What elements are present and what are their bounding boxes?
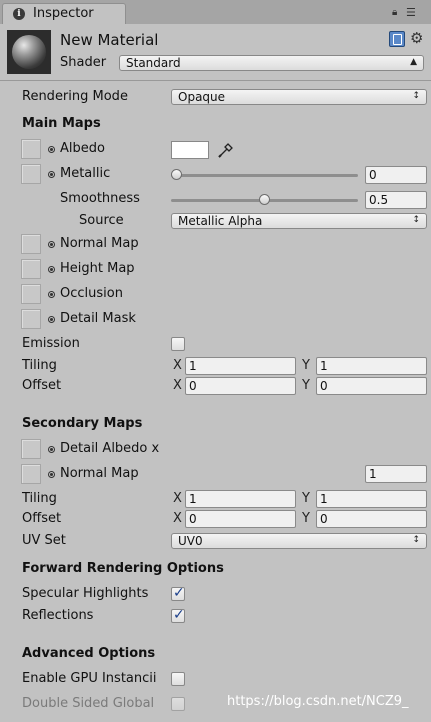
source-value: Metallic Alpha	[178, 214, 263, 228]
dropdown-arrow-icon: ▲︎	[410, 57, 417, 67]
dropdown-arrow-icon: ↕	[412, 215, 420, 225]
detail-albedo-texture-slot[interactable]	[21, 439, 41, 459]
offset-x-label: X	[173, 378, 182, 393]
height-map-texture-slot[interactable]	[21, 259, 41, 279]
tiling-x-field[interactable]: 1	[185, 357, 296, 375]
secondary-tiling-y-label: Y	[302, 491, 310, 506]
smoothness-label: Smoothness	[60, 191, 140, 206]
rendering-mode-label: Rendering Mode	[22, 89, 128, 104]
help-book-icon[interactable]	[389, 31, 405, 47]
tab-label: Inspector	[33, 6, 94, 21]
gpu-instancing-checkbox[interactable]	[171, 672, 185, 686]
smoothness-slider-handle[interactable]	[259, 194, 270, 205]
offset-label: Offset	[22, 378, 62, 393]
tiling-y-label: Y	[302, 358, 310, 373]
specular-highlights-checkbox[interactable]	[171, 585, 185, 601]
height-map-label: Height Map	[60, 261, 135, 276]
material-preview	[7, 30, 51, 74]
reflections-label: Reflections	[22, 608, 94, 623]
detail-mask-texture-slot[interactable]	[21, 309, 41, 329]
secondary-normal-map-value-field[interactable]: 1	[365, 465, 427, 483]
tiling-label: Tiling	[22, 358, 57, 373]
shader-value: Standard	[126, 56, 181, 70]
occlusion-texture-slot[interactable]	[21, 284, 41, 304]
secondary-tiling-x-field[interactable]: 1	[185, 490, 296, 508]
object-picker-icon[interactable]	[48, 171, 55, 178]
menu-icon[interactable]: ☰	[406, 6, 416, 19]
secondary-tiling-y-field[interactable]: 1	[316, 490, 427, 508]
tiling-y-field[interactable]: 1	[316, 357, 427, 375]
occlusion-label: Occlusion	[60, 286, 123, 301]
metallic-value-field[interactable]: 0	[365, 166, 427, 184]
material-header: New Material Shader Standard ▲︎ ⚙︎	[0, 24, 431, 81]
gear-icon[interactable]: ⚙︎	[410, 29, 423, 47]
dropdown-arrow-icon: ↕	[412, 535, 420, 545]
shader-label: Shader	[60, 55, 107, 70]
secondary-offset-y-label: Y	[302, 511, 310, 526]
watermark-text: https://blog.csdn.net/NCZ9_	[227, 694, 409, 709]
metallic-texture-slot[interactable]	[21, 164, 41, 184]
albedo-texture-slot[interactable]	[21, 139, 41, 159]
offset-x-field[interactable]: 0	[185, 377, 296, 395]
secondary-normal-map-texture-slot[interactable]	[21, 464, 41, 484]
material-name: New Material	[60, 31, 159, 49]
secondary-maps-heading: Secondary Maps	[22, 416, 143, 431]
emission-label: Emission	[22, 336, 80, 351]
normal-map-texture-slot[interactable]	[21, 234, 41, 254]
object-picker-icon[interactable]	[48, 291, 55, 298]
secondary-offset-x-label: X	[173, 511, 182, 526]
object-picker-icon[interactable]	[48, 471, 55, 478]
rendering-mode-value: Opaque	[178, 90, 226, 104]
object-picker-icon[interactable]	[48, 446, 55, 453]
emission-checkbox[interactable]	[171, 337, 185, 351]
shader-dropdown[interactable]: Standard ▲︎	[119, 55, 424, 71]
double-sided-gi-label: Double Sided Global	[22, 696, 155, 711]
secondary-offset-y-field[interactable]: 0	[316, 510, 427, 528]
normal-map-label: Normal Map	[60, 236, 139, 251]
source-label: Source	[79, 213, 124, 228]
tab-bar: i Inspector 🔒︎ ☰	[0, 0, 431, 25]
metallic-slider-handle[interactable]	[171, 169, 182, 180]
secondary-tiling-label: Tiling	[22, 491, 57, 506]
main-maps-heading: Main Maps	[22, 116, 101, 131]
secondary-normal-map-label: Normal Map	[60, 466, 139, 481]
smoothness-value-field[interactable]: 0.5	[365, 191, 427, 209]
eyedropper-icon[interactable]	[216, 140, 236, 160]
metallic-label: Metallic	[60, 166, 111, 181]
rendering-mode-dropdown[interactable]: Opaque ↕	[171, 89, 427, 105]
info-icon: i	[13, 8, 25, 20]
uv-set-value: UV0	[178, 534, 203, 548]
gpu-instancing-label: Enable GPU Instancii	[22, 671, 157, 686]
uv-set-label: UV Set	[22, 533, 66, 548]
detail-albedo-label: Detail Albedo x	[60, 441, 160, 456]
metallic-slider-track[interactable]	[171, 174, 358, 177]
dropdown-arrow-icon: ↕	[412, 91, 420, 101]
uv-set-dropdown[interactable]: UV0 ↕	[171, 533, 427, 549]
source-dropdown[interactable]: Metallic Alpha ↕	[171, 213, 427, 229]
secondary-offset-x-field[interactable]: 0	[185, 510, 296, 528]
offset-y-field[interactable]: 0	[316, 377, 427, 395]
object-picker-icon[interactable]	[48, 146, 55, 153]
albedo-color-swatch[interactable]	[171, 141, 209, 159]
specular-highlights-label: Specular Highlights	[22, 586, 149, 601]
advanced-options-heading: Advanced Options	[22, 646, 156, 661]
tiling-x-label: X	[173, 358, 182, 373]
albedo-label: Albedo	[60, 141, 105, 156]
secondary-tiling-x-label: X	[173, 491, 182, 506]
double-sided-gi-checkbox	[171, 697, 185, 711]
reflections-checkbox[interactable]	[171, 607, 185, 623]
offset-y-label: Y	[302, 378, 310, 393]
object-picker-icon[interactable]	[48, 241, 55, 248]
forward-rendering-heading: Forward Rendering Options	[22, 561, 224, 576]
object-picker-icon[interactable]	[48, 266, 55, 273]
detail-mask-label: Detail Mask	[60, 311, 136, 326]
tab-inspector[interactable]: i Inspector	[2, 3, 126, 24]
lock-icon[interactable]: 🔒︎	[392, 7, 397, 18]
secondary-offset-label: Offset	[22, 511, 62, 526]
object-picker-icon[interactable]	[48, 316, 55, 323]
